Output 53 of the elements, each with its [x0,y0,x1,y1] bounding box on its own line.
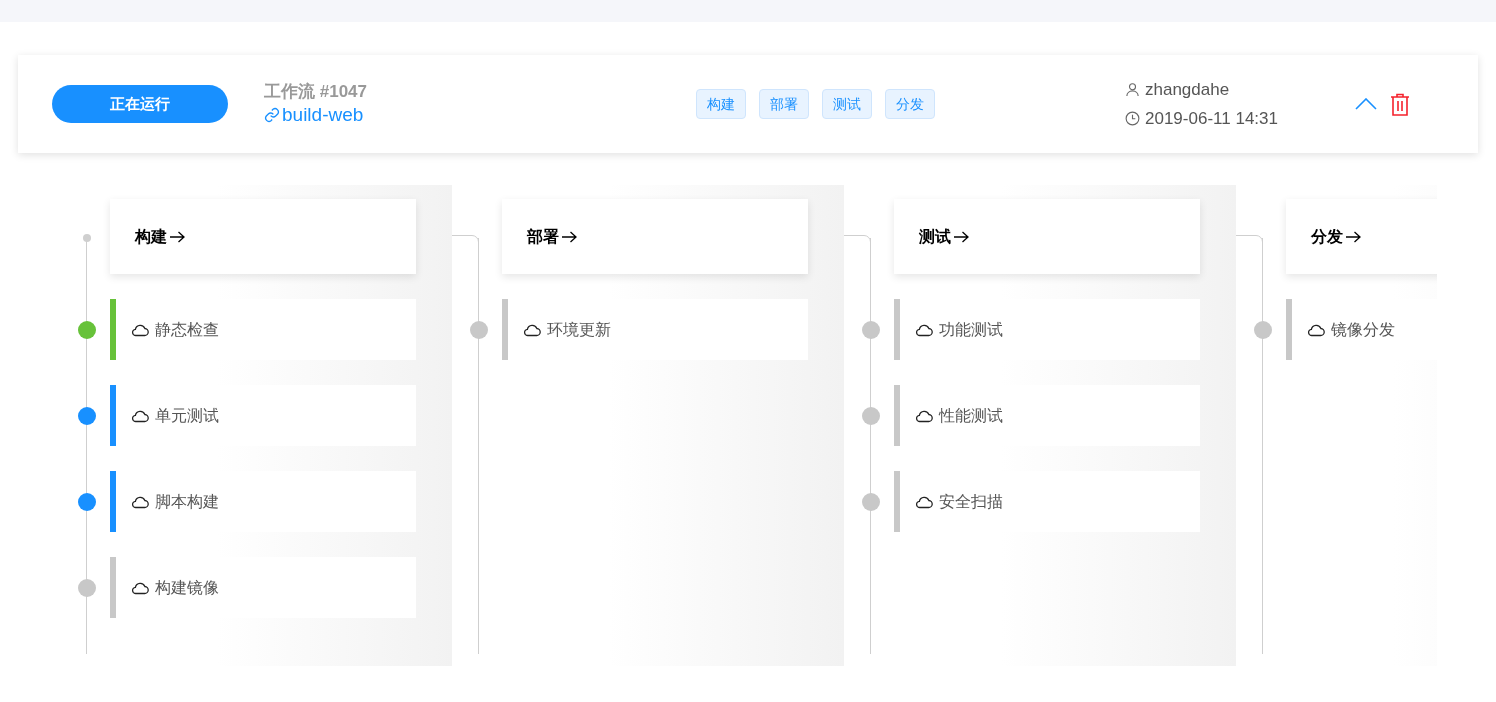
status-bar [110,471,116,532]
user-icon [1125,81,1140,97]
status-bar [110,299,116,360]
run-time: 2019-06-11 14:31 [1145,108,1278,130]
stage-title: 构建 [135,226,167,247]
workflow-label: 工作流 #1047 [264,81,368,103]
user-name: zhangdahe [1145,78,1230,101]
arrow-right-icon [1345,230,1361,243]
job-name: 构建镜像 [155,577,219,598]
cloud-icon [131,408,149,423]
stage-tag: 部署 [759,89,809,119]
stage-tag: 分发 [885,89,935,119]
cloud-icon [1307,322,1325,337]
arrow-right-icon [953,230,969,243]
cloud-icon [131,580,149,595]
job-card[interactable]: 静态检查 [110,299,416,360]
stage-title: 测试 [919,226,951,247]
job-card[interactable]: 构建镜像 [110,557,416,618]
job-name: 镜像分发 [1331,319,1395,340]
job-card[interactable]: 性能测试 [894,385,1200,446]
job-card[interactable]: 脚本构建 [110,471,416,532]
status-bar [894,471,900,532]
job-name: 静态检查 [155,319,219,340]
clock-icon [1125,111,1140,127]
job-card[interactable]: 功能测试 [894,299,1200,360]
stage-title: 部署 [527,226,559,247]
job-name: 单元测试 [155,405,219,426]
status-bar [110,557,116,618]
status-bar [894,299,900,360]
cloud-icon [915,494,933,509]
cloud-icon [523,322,541,337]
job-name: 环境更新 [547,319,611,340]
job-name: 功能测试 [939,319,1003,340]
link-icon [264,107,280,123]
stage-tag: 构建 [696,89,746,119]
cloud-icon [131,494,149,509]
status-bar [1286,299,1292,360]
status-bar [894,385,900,446]
cloud-icon [915,322,933,337]
job-card[interactable]: 环境更新 [502,299,808,360]
job-card[interactable]: 单元测试 [110,385,416,446]
cloud-icon [131,322,149,337]
job-name: 性能测试 [939,405,1003,426]
stage-title: 分发 [1311,226,1343,247]
cloud-icon [915,408,933,423]
arrow-right-icon [561,230,577,243]
job-card[interactable]: 安全扫描 [894,471,1200,532]
arrow-right-icon [169,230,185,243]
status-bar [502,299,508,360]
job-name: 安全扫描 [939,491,1003,512]
job-name: 脚本构建 [155,491,219,512]
stage-tag: 测试 [822,89,872,119]
status-bar [110,385,116,446]
